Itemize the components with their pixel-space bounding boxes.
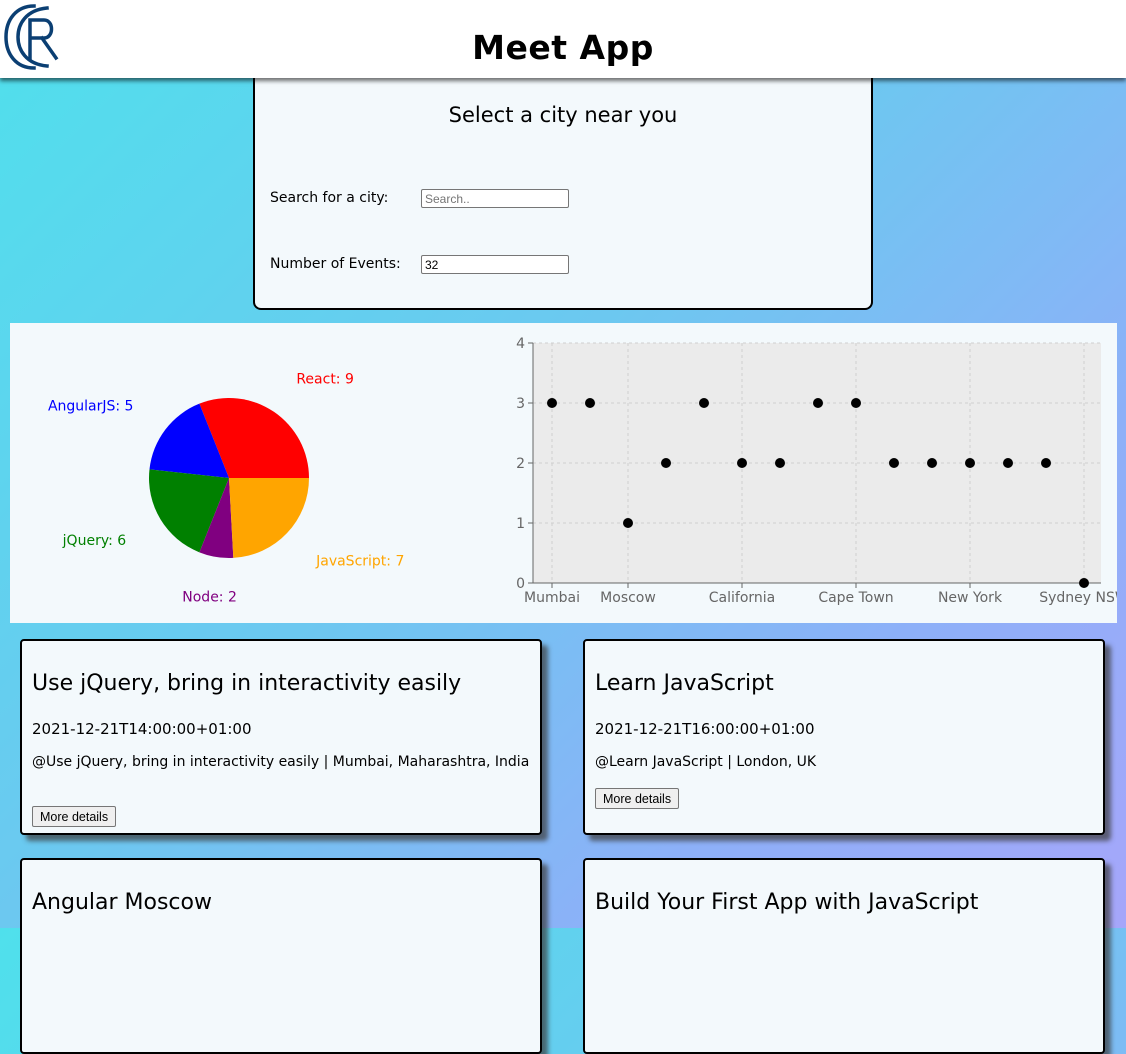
scatter-point — [737, 458, 747, 468]
charts-panel: React: 9 AngularJS: 5 jQuery: 6 Node: 2 Java… — [10, 323, 1117, 623]
scatter-point — [1003, 458, 1013, 468]
x-tick-label: Cape Town — [818, 590, 893, 606]
event-card: Use jQuery, bring in interactivity easil… — [20, 639, 542, 835]
scatter-point — [547, 398, 557, 408]
event-card: Build Your First App with JavaScript — [583, 858, 1105, 1054]
scatter-point — [661, 458, 671, 468]
city-search-title: Select a city near you — [448, 103, 678, 127]
scatter-point — [965, 458, 975, 468]
events-by-city-scatter-chart: 01234Mumbai Moscow California Cape Town New … — [516, 336, 1117, 606]
event-location: @Learn JavaScript | London, UK — [595, 754, 817, 770]
event-title: Build Your First App with JavaScript — [595, 890, 979, 915]
y-tick-label: 4 — [516, 336, 525, 352]
number-of-events-label: Number of Events: — [270, 256, 401, 272]
pie-slice-label: AngularJS: 5 — [48, 398, 134, 414]
x-tick-label: New York — [938, 590, 1003, 606]
event-time: 2021-12-21T14:00:00+01:00 — [32, 720, 252, 738]
app-header: Meet App — [0, 0, 1126, 78]
pie-slice — [229, 478, 309, 558]
event-title: Use jQuery, bring in interactivity easil… — [32, 671, 462, 696]
pie-slice-label: jQuery: 6 — [62, 533, 127, 549]
scatter-point — [889, 458, 899, 468]
number-of-events-input[interactable] — [421, 255, 569, 274]
y-tick-label: 3 — [516, 396, 525, 412]
event-title: Angular Moscow — [32, 890, 212, 915]
scatter-point — [813, 398, 823, 408]
scatter-point — [585, 398, 595, 408]
scatter-point — [927, 458, 937, 468]
x-tick-label: Mumbai — [524, 590, 580, 606]
event-title: Learn JavaScript — [595, 671, 774, 696]
search-city-label: Search for a city: — [270, 190, 389, 206]
pie-slice-label: JavaScript: 7 — [315, 554, 404, 570]
more-details-button[interactable]: More details — [32, 806, 117, 827]
scatter-point — [851, 398, 861, 408]
scatter-point — [1079, 578, 1089, 588]
city-search-input[interactable] — [421, 189, 569, 208]
x-tick-label: California — [709, 590, 775, 606]
pie-slice-label: Node: 2 — [182, 589, 237, 605]
genre-pie-chart: React: 9 AngularJS: 5 jQuery: 6 Node: 2 Java… — [48, 372, 404, 606]
city-search-panel: Select a city near you Search for a city… — [253, 70, 873, 310]
x-tick-label: Sydney NSW — [1039, 590, 1117, 606]
x-tick-label: Moscow — [600, 590, 656, 606]
y-tick-label: 2 — [516, 456, 525, 472]
y-tick-label: 1 — [516, 516, 525, 532]
event-location: @Use jQuery, bring in interactivity easi… — [32, 754, 530, 770]
app-title: Meet App — [472, 28, 654, 67]
event-card: Angular Moscow — [20, 858, 542, 1054]
event-card: Learn JavaScript 2021-12-21T16:00:00+01:… — [583, 639, 1105, 835]
event-time: 2021-12-21T16:00:00+01:00 — [595, 720, 815, 738]
scatter-point — [623, 518, 633, 528]
scatter-point — [699, 398, 709, 408]
pie-slice-label: React: 9 — [296, 372, 354, 388]
scatter-point — [775, 458, 785, 468]
more-details-button[interactable]: More details — [595, 788, 680, 809]
scatter-point — [1041, 458, 1051, 468]
